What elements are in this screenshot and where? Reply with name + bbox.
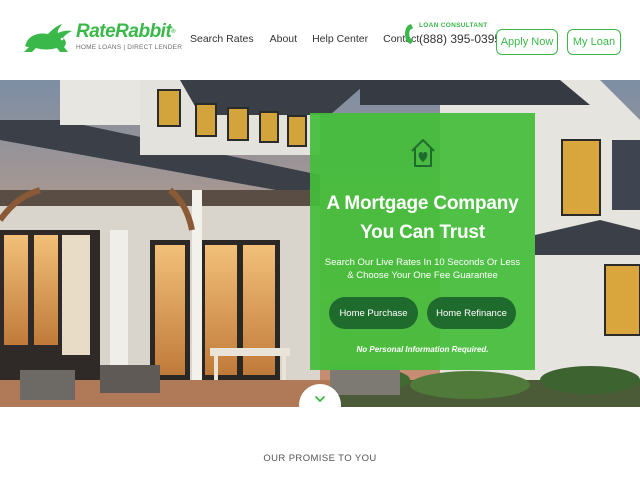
hero-promo-panel: A Mortgage Company You Can Trust Search … [310, 113, 535, 370]
rabbit-logo-icon [24, 24, 72, 52]
nav-about[interactable]: About [270, 33, 297, 45]
hero-title-line-2: You Can Trust [360, 222, 485, 243]
hero-note: No Personal Information Required. [356, 345, 489, 354]
site-header: RateRabbit® HOME LOANS | DIRECT LENDER S… [0, 0, 640, 80]
my-loan-button[interactable]: My Loan [567, 29, 621, 55]
hero-title: A Mortgage Company You Can Trust [310, 189, 535, 247]
scroll-down-button[interactable] [299, 384, 341, 426]
nav-help-center[interactable]: Help Center [312, 33, 368, 45]
hero-subtitle-line-2: & Choose Your One Fee Guarantee [347, 270, 498, 281]
loan-consultant[interactable]: LOAN CONSULTANT (888) 395-0395 [404, 22, 501, 46]
phone-icon [405, 24, 413, 44]
consultant-phone[interactable]: (888) 395-0395 [419, 32, 501, 46]
chevron-down-icon [315, 396, 325, 403]
house-heart-icon [411, 139, 435, 167]
section-heading: OUR PROMISE TO YOU [263, 453, 377, 464]
apply-now-button[interactable]: Apply Now [496, 29, 558, 55]
home-refinance-button[interactable]: Home Refinance [427, 297, 516, 329]
trademark: ® [171, 29, 176, 35]
logo[interactable]: RateRabbit® HOME LOANS | DIRECT LENDER [22, 22, 182, 54]
consultant-label: LOAN CONSULTANT [419, 22, 488, 29]
home-purchase-button[interactable]: Home Purchase [329, 297, 418, 329]
hero-subtitle-line-1: Search Our Live Rates In 10 Seconds Or L… [324, 257, 521, 268]
nav-search-rates[interactable]: Search Rates [190, 33, 254, 45]
brand-tagline: HOME LOANS | DIRECT LENDER [76, 44, 183, 51]
hero-subtitle: Search Our Live Rates In 10 Seconds Or L… [310, 256, 535, 282]
main-nav: Search Rates About Help Center Contact [190, 33, 419, 45]
hero-title-line-1: A Mortgage Company [326, 193, 519, 214]
brand-name: RateRabbit [76, 21, 172, 42]
